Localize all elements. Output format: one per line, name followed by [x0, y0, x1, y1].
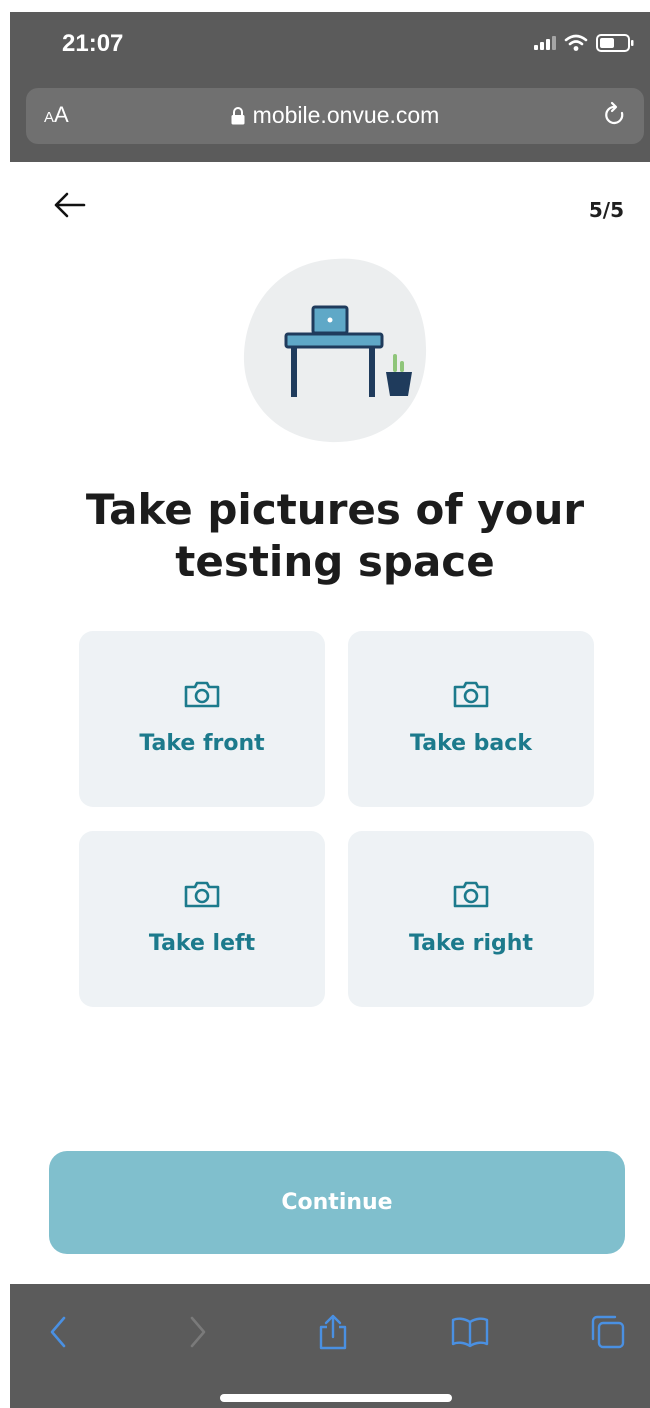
wifi-icon	[564, 34, 588, 52]
tile-label: Take left	[148, 931, 256, 956]
step-counter: 5/5	[588, 198, 624, 222]
camera-icon	[451, 679, 491, 713]
take-left-button[interactable]: Take left	[79, 831, 325, 1007]
browser-top-bar: 21:07 AA mobile.onvue.com	[10, 12, 650, 162]
share-icon[interactable]	[313, 1312, 353, 1352]
phone-screen: 21:07 AA mobile.onvue.com 5/5 Take pictu…	[10, 12, 650, 1408]
url-display[interactable]: mobile.onvue.com	[26, 102, 644, 131]
status-time: 21:07	[62, 30, 124, 57]
browser-forward-icon[interactable]	[178, 1312, 218, 1352]
url-text: mobile.onvue.com	[252, 102, 440, 128]
tile-label: Take front	[139, 731, 265, 756]
signal-icon	[534, 36, 556, 50]
tile-label: Take back	[410, 731, 532, 756]
camera-icon	[182, 679, 222, 713]
cropped-caption	[0, 0, 650, 12]
camera-icon	[451, 879, 491, 913]
camera-icon	[182, 879, 222, 913]
back-arrow-icon[interactable]	[52, 190, 88, 220]
page-title: Take pictures of your testing space	[10, 484, 650, 588]
home-indicator[interactable]	[220, 1394, 452, 1402]
continue-button[interactable]: Continue	[49, 1151, 625, 1254]
page-title-line1: Take pictures of your	[85, 485, 585, 534]
page-title-line2: testing space	[175, 537, 495, 586]
take-back-button[interactable]: Take back	[348, 631, 594, 807]
address-bar[interactable]: AA mobile.onvue.com	[26, 88, 644, 144]
reload-icon[interactable]	[602, 101, 628, 133]
take-front-button[interactable]: Take front	[79, 631, 325, 807]
browser-back-icon[interactable]	[38, 1312, 78, 1352]
status-icons	[534, 34, 634, 52]
take-right-button[interactable]: Take right	[348, 831, 594, 1007]
lock-icon	[231, 104, 245, 131]
bookmarks-icon[interactable]	[450, 1312, 490, 1352]
browser-bottom-toolbar	[10, 1284, 650, 1408]
battery-icon	[596, 34, 634, 52]
tile-label: Take right	[409, 931, 533, 956]
desk-illustration	[240, 254, 430, 444]
tabs-icon[interactable]	[588, 1312, 628, 1352]
